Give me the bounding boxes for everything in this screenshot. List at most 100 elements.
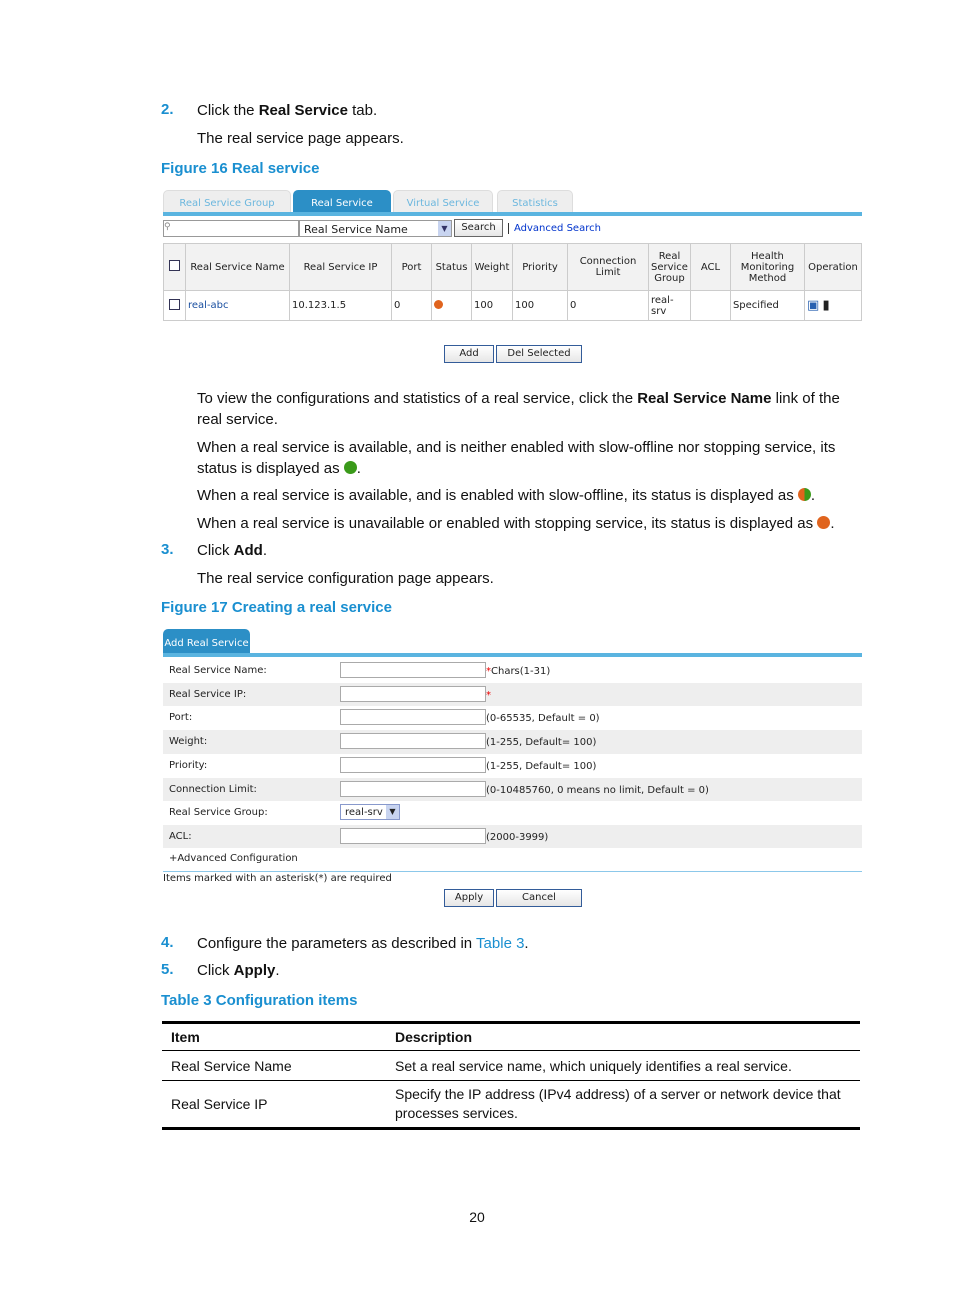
field-label: Weight:	[169, 736, 208, 748]
cell: Real Service Name	[162, 1050, 386, 1081]
chevron-down-icon: ▼	[386, 805, 399, 820]
cell: real-srv	[648, 290, 691, 321]
column-header: Priority	[512, 243, 568, 291]
column-header: Health Monitoring Method	[729, 243, 805, 291]
cell	[689, 290, 731, 321]
table-link[interactable]: Table 3	[476, 935, 524, 952]
field-label: Connection Limit:	[169, 783, 257, 795]
cell: 0	[567, 290, 649, 321]
cell: Specified	[729, 290, 805, 321]
step-number: 5.	[161, 961, 174, 978]
field-hint: (1-255, Default= 100)	[486, 737, 597, 749]
step-number: 2.	[161, 101, 174, 118]
apply-button[interactable]: Apply	[444, 889, 494, 907]
step-result: The real service page appears.	[197, 130, 404, 147]
field-input[interactable]	[340, 709, 486, 726]
field-hint: *Chars(1-31)	[486, 666, 551, 677]
step-number: 3.	[161, 541, 174, 558]
column-header: Status	[431, 243, 472, 291]
field-input[interactable]	[340, 780, 486, 797]
form-row: ACL: (2000-3999)	[163, 824, 862, 849]
cell: 100	[471, 290, 513, 321]
paragraph: When a real service is available, and is…	[197, 439, 836, 477]
column-header: Weight	[471, 243, 513, 291]
search-icon: ⚲	[164, 222, 171, 232]
field-label: ACL:	[169, 830, 192, 842]
cell: 100	[512, 290, 568, 321]
form-row: Real Service Name: *Chars(1-31)	[163, 659, 862, 683]
field-label: Real Service IP:	[169, 688, 247, 700]
form-row: Real Service IP: *	[163, 682, 862, 707]
field-input[interactable]	[340, 827, 486, 844]
table-caption: Table 3 Configuration items	[161, 992, 358, 1009]
cell: Set a real service name, which uniquely …	[386, 1050, 860, 1081]
real-service-table: Real Service Name Real Service IP Port S…	[163, 243, 863, 321]
field-hint: (1-255, Default= 100)	[486, 760, 597, 772]
column-header: Real Service Name	[185, 243, 290, 291]
step-text: Click Add.	[197, 542, 268, 559]
field-input[interactable]	[340, 733, 486, 750]
column-header: Operation	[803, 243, 863, 291]
search-field-select[interactable]: Real Service Name ▼	[299, 220, 452, 237]
real-service-group-select[interactable]: real-srv ▼	[340, 804, 400, 821]
select-all-checkbox[interactable]	[169, 260, 180, 271]
cell: 0	[391, 290, 432, 321]
divider	[163, 871, 862, 872]
form-row: Connection Limit: (0-10485760, 0 means no…	[163, 777, 862, 801]
step-number: 4.	[161, 934, 174, 951]
cell: 10.123.1.5	[289, 290, 392, 321]
add-button[interactable]: Add	[444, 345, 494, 363]
field-hint: *	[486, 689, 491, 701]
real-service-name-link[interactable]: real-abc	[185, 290, 290, 321]
search-button[interactable]: Search	[454, 219, 503, 237]
search-input[interactable]: ⚲	[163, 220, 299, 237]
delete-icon[interactable]: ▮	[822, 298, 829, 313]
tab-real-service[interactable]: Real Service	[293, 190, 391, 212]
step-text: Click Apply.	[197, 962, 280, 979]
field-hint: (0-10485760, 0 means no limit, Default =…	[486, 784, 709, 796]
status-unavailable-icon	[817, 516, 831, 529]
field-input[interactable]	[340, 756, 486, 773]
column-header: Description	[386, 1022, 860, 1051]
paragraph: To view the configurations and statistic…	[197, 390, 840, 428]
tab-virtual-service[interactable]: Virtual Service	[393, 190, 493, 212]
table-row: real-abc 10.123.1.5 0 100 100 0 real-srv…	[163, 290, 863, 321]
field-label: Real Service Name:	[169, 665, 267, 676]
form-row: Weight: (1-255, Default= 100)	[163, 730, 862, 754]
field-hint: (2000-3999)	[486, 831, 549, 843]
field-label: Port:	[169, 712, 193, 724]
cell: Specify the IP address (IPv4 address) of…	[395, 1086, 841, 1121]
column-header: ACL	[689, 243, 731, 291]
paragraph: When a real service is unavailable or en…	[197, 515, 835, 532]
table-row: Real Service IP Specify the IP address (I…	[162, 1081, 860, 1129]
field-label: Priority:	[169, 759, 208, 771]
del-selected-button[interactable]: Del Selected	[496, 345, 582, 363]
advanced-configuration-link[interactable]: +Advanced Configuration	[169, 853, 298, 864]
tab-real-service-group[interactable]: Real Service Group	[163, 190, 291, 212]
step-text: Click the Real Service tab.	[197, 102, 378, 119]
tab-statistics[interactable]: Statistics	[497, 190, 573, 212]
page-number: 20	[469, 1209, 485, 1225]
tab-bar: Real Service Group Real Service Virtual …	[163, 190, 862, 216]
step-text: Configure the parameters as described in…	[197, 935, 529, 952]
tab-add-real-service[interactable]: Add Real Service	[163, 629, 250, 653]
field-label: Real Service Group:	[169, 807, 268, 819]
row-checkbox[interactable]	[169, 298, 180, 310]
cancel-button[interactable]: Cancel	[496, 889, 582, 907]
form-row: Port: (0-65535, Default = 0)	[163, 706, 862, 730]
tab-underline	[163, 653, 862, 657]
status-slow-offline-icon	[797, 488, 811, 501]
field-hint: (0-65535, Default = 0)	[486, 713, 600, 725]
form-row: Priority: (1-255, Default= 100)	[163, 754, 862, 778]
figure-caption: Figure 17 Creating a real service	[161, 599, 392, 616]
column-header: Connection Limit	[567, 243, 649, 291]
edit-icon[interactable]: ▣	[807, 298, 819, 313]
form-row: Real Service Group: real-srv ▼	[163, 801, 862, 825]
advanced-search-link[interactable]: Advanced Search	[508, 223, 601, 234]
column-header: Item	[162, 1022, 386, 1051]
column-header: Port	[391, 243, 432, 291]
column-header: Real Service Group	[648, 243, 691, 291]
field-input[interactable]	[340, 662, 486, 678]
field-input[interactable]	[340, 685, 486, 702]
configuration-items-table: Item Description Real Service Name Set a r…	[162, 1021, 860, 1130]
